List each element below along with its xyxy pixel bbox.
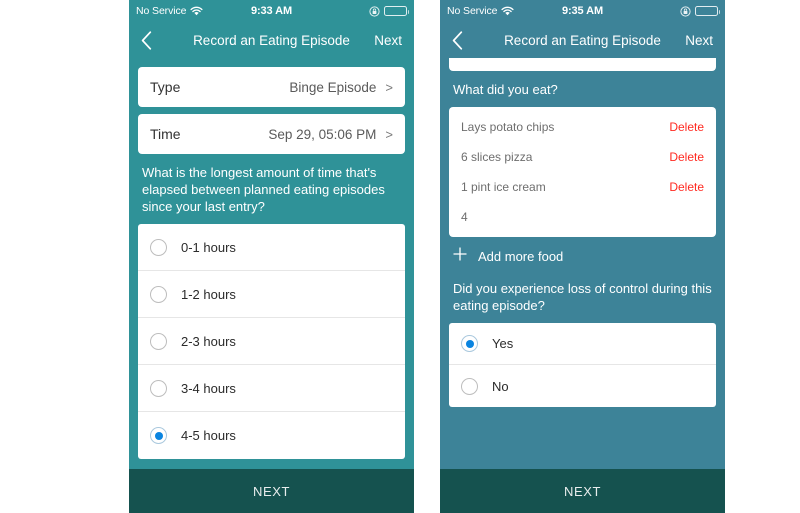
type-field-label: Type [150, 79, 181, 95]
delete-food-button[interactable]: Delete [669, 180, 704, 194]
delete-food-button[interactable]: Delete [669, 120, 704, 134]
type-field-card: Type Binge Episode > [138, 67, 405, 107]
screen-record-eating-episode-food: No Service 9:35 AM Record an Eating Epis… [440, 0, 725, 513]
navigation-bar: Record an Eating Episode Next [440, 22, 725, 58]
add-more-food-button[interactable]: Add more food [449, 237, 716, 270]
battery-icon [384, 6, 409, 16]
screen-content: What did you eat? Lays potato chips Dele… [440, 58, 725, 469]
option-label: No [492, 378, 509, 394]
screen-content: Type Binge Episode > Time Sep 29, 05:06 … [129, 58, 414, 469]
radio-icon-selected[interactable] [150, 427, 167, 444]
plus-icon [453, 247, 467, 266]
duration-question-text: What is the longest amount of time that'… [142, 165, 385, 214]
next-button[interactable]: NEXT [129, 469, 414, 513]
status-bar-left: No Service [447, 5, 514, 17]
type-field-value: Binge Episode [289, 79, 377, 95]
time-field-label: Time [150, 126, 181, 142]
radio-icon-selected[interactable] [461, 335, 478, 352]
time-field-row[interactable]: Time Sep 29, 05:06 PM > [138, 114, 405, 154]
chevron-left-icon [452, 30, 463, 50]
food-question-text: What did you eat? [453, 82, 558, 97]
loss-of-control-question-text: Did you experience loss of control durin… [453, 281, 712, 313]
next-button[interactable]: NEXT [440, 469, 725, 513]
option-row-yes[interactable]: Yes [449, 323, 716, 365]
status-bar: No Service 9:33 AM [129, 0, 414, 22]
type-field-row[interactable]: Type Binge Episode > [138, 67, 405, 107]
radio-icon[interactable] [150, 285, 167, 303]
next-link[interactable]: Next [374, 33, 402, 48]
chevron-right-icon: > [385, 126, 393, 142]
back-button[interactable] [452, 29, 472, 51]
status-bar-right [369, 5, 409, 17]
chevron-right-icon: > [385, 79, 393, 95]
lock-rotation-icon [680, 5, 691, 17]
wifi-icon [501, 6, 514, 16]
navigation-bar: Record an Eating Episode Next [129, 22, 414, 58]
wifi-icon [190, 6, 203, 16]
option-row-no[interactable]: No [449, 365, 716, 407]
option-row-3-4-hours[interactable]: 3-4 hours [138, 365, 405, 412]
duration-options-list: 0-1 hours 1-2 hours 2-3 hours 3-4 hours … [138, 224, 405, 459]
status-bar-left: No Service [136, 5, 203, 17]
option-label: 1-2 hours [181, 286, 236, 302]
add-more-food-label: Add more food [478, 249, 564, 264]
carrier-label: No Service [136, 5, 187, 17]
page-title: Record an Eating Episode [504, 32, 661, 48]
food-list-item: 6 slices pizza Delete [449, 142, 716, 172]
next-link[interactable]: Next [685, 33, 713, 48]
lock-rotation-icon [369, 5, 380, 17]
time-field-value: Sep 29, 05:06 PM [268, 126, 377, 142]
food-list-card: Lays potato chips Delete 6 slices pizza … [449, 107, 716, 237]
option-row-4-5-hours[interactable]: 4-5 hours [138, 412, 405, 459]
status-bar: No Service 9:35 AM [440, 0, 725, 22]
loss-of-control-options-list: Yes No [449, 323, 716, 407]
radio-icon[interactable] [150, 379, 167, 397]
battery-icon [695, 6, 720, 16]
food-name: Lays potato chips [461, 120, 555, 134]
delete-food-button[interactable]: Delete [669, 150, 704, 164]
option-row-2-3-hours[interactable]: 2-3 hours [138, 318, 405, 365]
scrolled-partial-card [449, 58, 716, 71]
food-input-row[interactable]: 4 [449, 202, 716, 232]
radio-icon[interactable] [150, 332, 167, 350]
back-button[interactable] [141, 29, 161, 51]
food-name: 6 slices pizza [461, 150, 533, 164]
food-list-item: 1 pint ice cream Delete [449, 172, 716, 202]
food-name: 1 pint ice cream [461, 180, 546, 194]
option-label: 4-5 hours [181, 428, 236, 443]
page-title: Record an Eating Episode [193, 32, 350, 48]
status-bar-right [680, 5, 720, 17]
option-row-0-1-hours[interactable]: 0-1 hours [138, 224, 405, 271]
radio-icon[interactable] [150, 238, 167, 256]
chevron-left-icon [141, 30, 152, 50]
food-name: 4 [461, 210, 468, 224]
option-label: 3-4 hours [181, 380, 236, 396]
option-label: Yes [492, 336, 514, 351]
radio-icon[interactable] [461, 377, 478, 395]
carrier-label: No Service [447, 5, 498, 17]
food-list-item: Lays potato chips Delete [449, 112, 716, 142]
screen-record-eating-episode-duration: No Service 9:33 AM Record an Eating Epis… [129, 0, 414, 513]
time-field-card: Time Sep 29, 05:06 PM > [138, 114, 405, 154]
option-row-1-2-hours[interactable]: 1-2 hours [138, 271, 405, 318]
option-label: 0-1 hours [181, 239, 236, 255]
option-label: 2-3 hours [181, 333, 236, 349]
